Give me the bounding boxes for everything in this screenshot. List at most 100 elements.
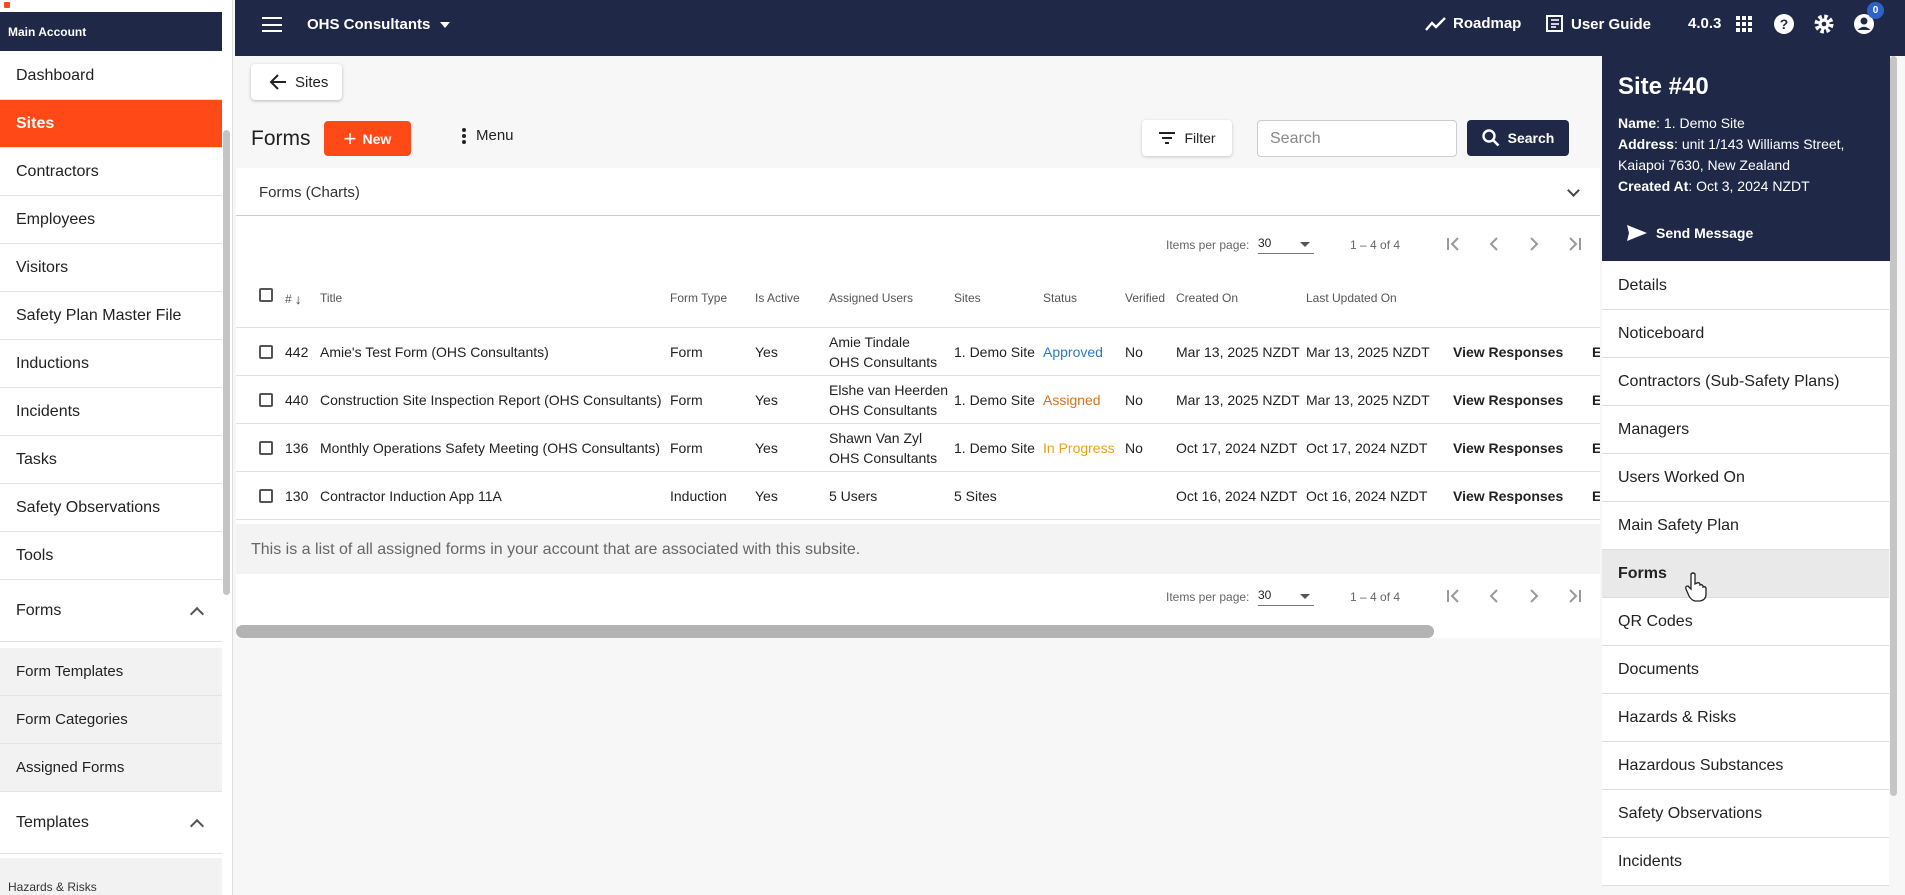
- site-menu-noticeboard[interactable]: Noticeboard: [1602, 310, 1889, 358]
- version-label: 4.0.3: [1688, 15, 1722, 32]
- sidebar-item-assigned-forms[interactable]: Assigned Forms: [0, 744, 222, 792]
- first-page-icon[interactable]: [1442, 586, 1466, 606]
- row-extra-action[interactable]: E: [1592, 376, 1600, 424]
- site-menu-hazardous-substances[interactable]: Hazardous Substances: [1602, 742, 1889, 790]
- sidebar-item-form-templates[interactable]: Form Templates: [0, 648, 222, 696]
- more-vertical-icon: [462, 127, 466, 144]
- back-to-sites-button[interactable]: Sites: [251, 64, 342, 100]
- send-message-label: Send Message: [1656, 225, 1754, 241]
- sidebar-group-templates[interactable]: Templates: [0, 792, 222, 854]
- col-header-form-type[interactable]: Form Type: [670, 291, 727, 305]
- forms-charts-panel[interactable]: Forms (Charts): [236, 168, 1600, 216]
- search-icon: [1481, 129, 1500, 147]
- table-row[interactable]: 440 Construction Site Inspection Report …: [236, 376, 1600, 424]
- filter-button[interactable]: Filter: [1142, 120, 1232, 156]
- row-verified: No: [1125, 344, 1143, 360]
- new-form-button[interactable]: + New: [324, 121, 411, 156]
- site-menu-forms[interactable]: Forms: [1602, 550, 1889, 598]
- previous-page-icon[interactable]: [1482, 586, 1506, 606]
- apps-grid-icon[interactable]: [1732, 12, 1756, 36]
- sidebar-item-tasks[interactable]: Tasks: [0, 436, 222, 484]
- sidebar-item-safety-plan-master-file[interactable]: Safety Plan Master File: [0, 292, 222, 340]
- row-sites: 1. Demo Site: [954, 392, 1035, 408]
- help-icon[interactable]: ?: [1772, 12, 1796, 36]
- sidebar-item-visitors[interactable]: Visitors: [0, 244, 222, 292]
- menu-button[interactable]: Menu: [462, 127, 514, 144]
- sidebar-item-sites[interactable]: Sites: [0, 100, 222, 148]
- table-row[interactable]: 130 Contractor Induction App 11A Inducti…: [236, 472, 1600, 520]
- search-button[interactable]: Search: [1467, 120, 1569, 156]
- table-row[interactable]: 136 Monthly Operations Safety Meeting (O…: [236, 424, 1600, 472]
- svg-text:?: ?: [1780, 16, 1789, 32]
- col-header-assigned-users[interactable]: Assigned Users: [829, 291, 913, 305]
- table-row[interactable]: 442 Amie's Test Form (OHS Consultants) F…: [236, 328, 1600, 376]
- sidebar-item-contractors[interactable]: Contractors: [0, 148, 222, 196]
- sidebar-item-incidents[interactable]: Incidents: [0, 388, 222, 436]
- row-id: 440: [285, 392, 309, 408]
- sidebar-item-dashboard[interactable]: Dashboard: [0, 52, 222, 100]
- next-page-icon[interactable]: [1522, 234, 1546, 254]
- col-header-is-active[interactable]: Is Active: [755, 291, 800, 305]
- col-header-created-on[interactable]: Created On: [1176, 291, 1238, 305]
- view-responses-link[interactable]: View Responses: [1453, 376, 1563, 424]
- roadmap-link[interactable]: Roadmap: [1425, 15, 1521, 32]
- account-header[interactable]: Main Account: [0, 12, 222, 51]
- row-checkbox[interactable]: [259, 424, 273, 472]
- view-responses-link[interactable]: View Responses: [1453, 472, 1563, 520]
- right-panel-scrollbar[interactable]: [1890, 56, 1897, 796]
- view-responses-link[interactable]: View Responses: [1453, 424, 1563, 472]
- site-menu-contractors[interactable]: Contractors (Sub-Safety Plans): [1602, 358, 1889, 406]
- col-header-verified[interactable]: Verified: [1125, 291, 1165, 305]
- row-extra-action[interactable]: E: [1592, 424, 1600, 472]
- row-checkbox[interactable]: [259, 472, 273, 520]
- sidebar-item-employees[interactable]: Employees: [0, 196, 222, 244]
- site-menu-details[interactable]: Details: [1602, 262, 1889, 310]
- chevron-down-icon[interactable]: [1567, 184, 1580, 197]
- site-name-label: Name: [1618, 115, 1657, 131]
- site-menu-incidents[interactable]: Incidents: [1602, 838, 1889, 886]
- row-is-active: Yes: [755, 440, 778, 456]
- sidebar-item-hazards-risks[interactable]: Hazards & Risks: [0, 858, 222, 895]
- sidebar-item-label: Forms: [16, 601, 62, 619]
- site-menu-managers[interactable]: Managers: [1602, 406, 1889, 454]
- site-menu-safety-observations[interactable]: Safety Observations: [1602, 790, 1889, 838]
- col-header-sites[interactable]: Sites: [954, 291, 981, 305]
- items-per-page-select[interactable]: 30: [1258, 236, 1314, 254]
- site-menu-label: Documents: [1618, 660, 1699, 678]
- first-page-icon[interactable]: [1442, 234, 1466, 254]
- send-message-button[interactable]: Send Message: [1626, 224, 1753, 242]
- org-switcher[interactable]: OHS Consultants: [307, 16, 451, 33]
- sidebar-group-forms[interactable]: Forms: [0, 580, 222, 642]
- site-menu-hazards-risks[interactable]: Hazards & Risks: [1602, 694, 1889, 742]
- row-sites: 1. Demo Site: [954, 344, 1035, 360]
- row-checkbox[interactable]: [259, 376, 273, 424]
- menu-icon[interactable]: [262, 17, 282, 32]
- horizontal-scrollbar[interactable]: [236, 625, 1434, 638]
- user-guide-link[interactable]: User Guide: [1545, 15, 1651, 33]
- last-page-icon[interactable]: [1562, 586, 1586, 606]
- row-extra-action[interactable]: E: [1592, 472, 1600, 520]
- site-menu-documents[interactable]: Documents: [1602, 646, 1889, 694]
- site-menu-users-worked-on[interactable]: Users Worked On: [1602, 454, 1889, 502]
- sidebar-item-tools[interactable]: Tools: [0, 532, 222, 580]
- sidebar-scrollbar[interactable]: [223, 130, 230, 595]
- row-checkbox[interactable]: [259, 328, 273, 376]
- sidebar-item-safety-observations[interactable]: Safety Observations: [0, 484, 222, 532]
- last-page-icon[interactable]: [1562, 234, 1586, 254]
- site-menu-main-safety-plan[interactable]: Main Safety Plan: [1602, 502, 1889, 550]
- view-responses-link[interactable]: View Responses: [1453, 328, 1563, 376]
- select-all-checkbox[interactable]: [259, 288, 273, 302]
- site-menu-qr-codes[interactable]: QR Codes: [1602, 598, 1889, 646]
- previous-page-icon[interactable]: [1482, 234, 1506, 254]
- row-extra-action[interactable]: E: [1592, 328, 1600, 376]
- sidebar-item-inductions[interactable]: Inductions: [0, 340, 222, 388]
- next-page-icon[interactable]: [1522, 586, 1546, 606]
- col-header-status[interactable]: Status: [1043, 291, 1077, 305]
- settings-gear-icon[interactable]: [1812, 12, 1836, 36]
- sidebar-item-form-categories[interactable]: Form Categories: [0, 696, 222, 744]
- col-header-title[interactable]: Title: [320, 291, 342, 305]
- search-input[interactable]: [1257, 120, 1457, 157]
- items-per-page-select[interactable]: 30: [1258, 588, 1314, 606]
- col-header-id[interactable]: # ↓: [285, 291, 302, 307]
- col-header-last-updated-on[interactable]: Last Updated On: [1306, 291, 1397, 305]
